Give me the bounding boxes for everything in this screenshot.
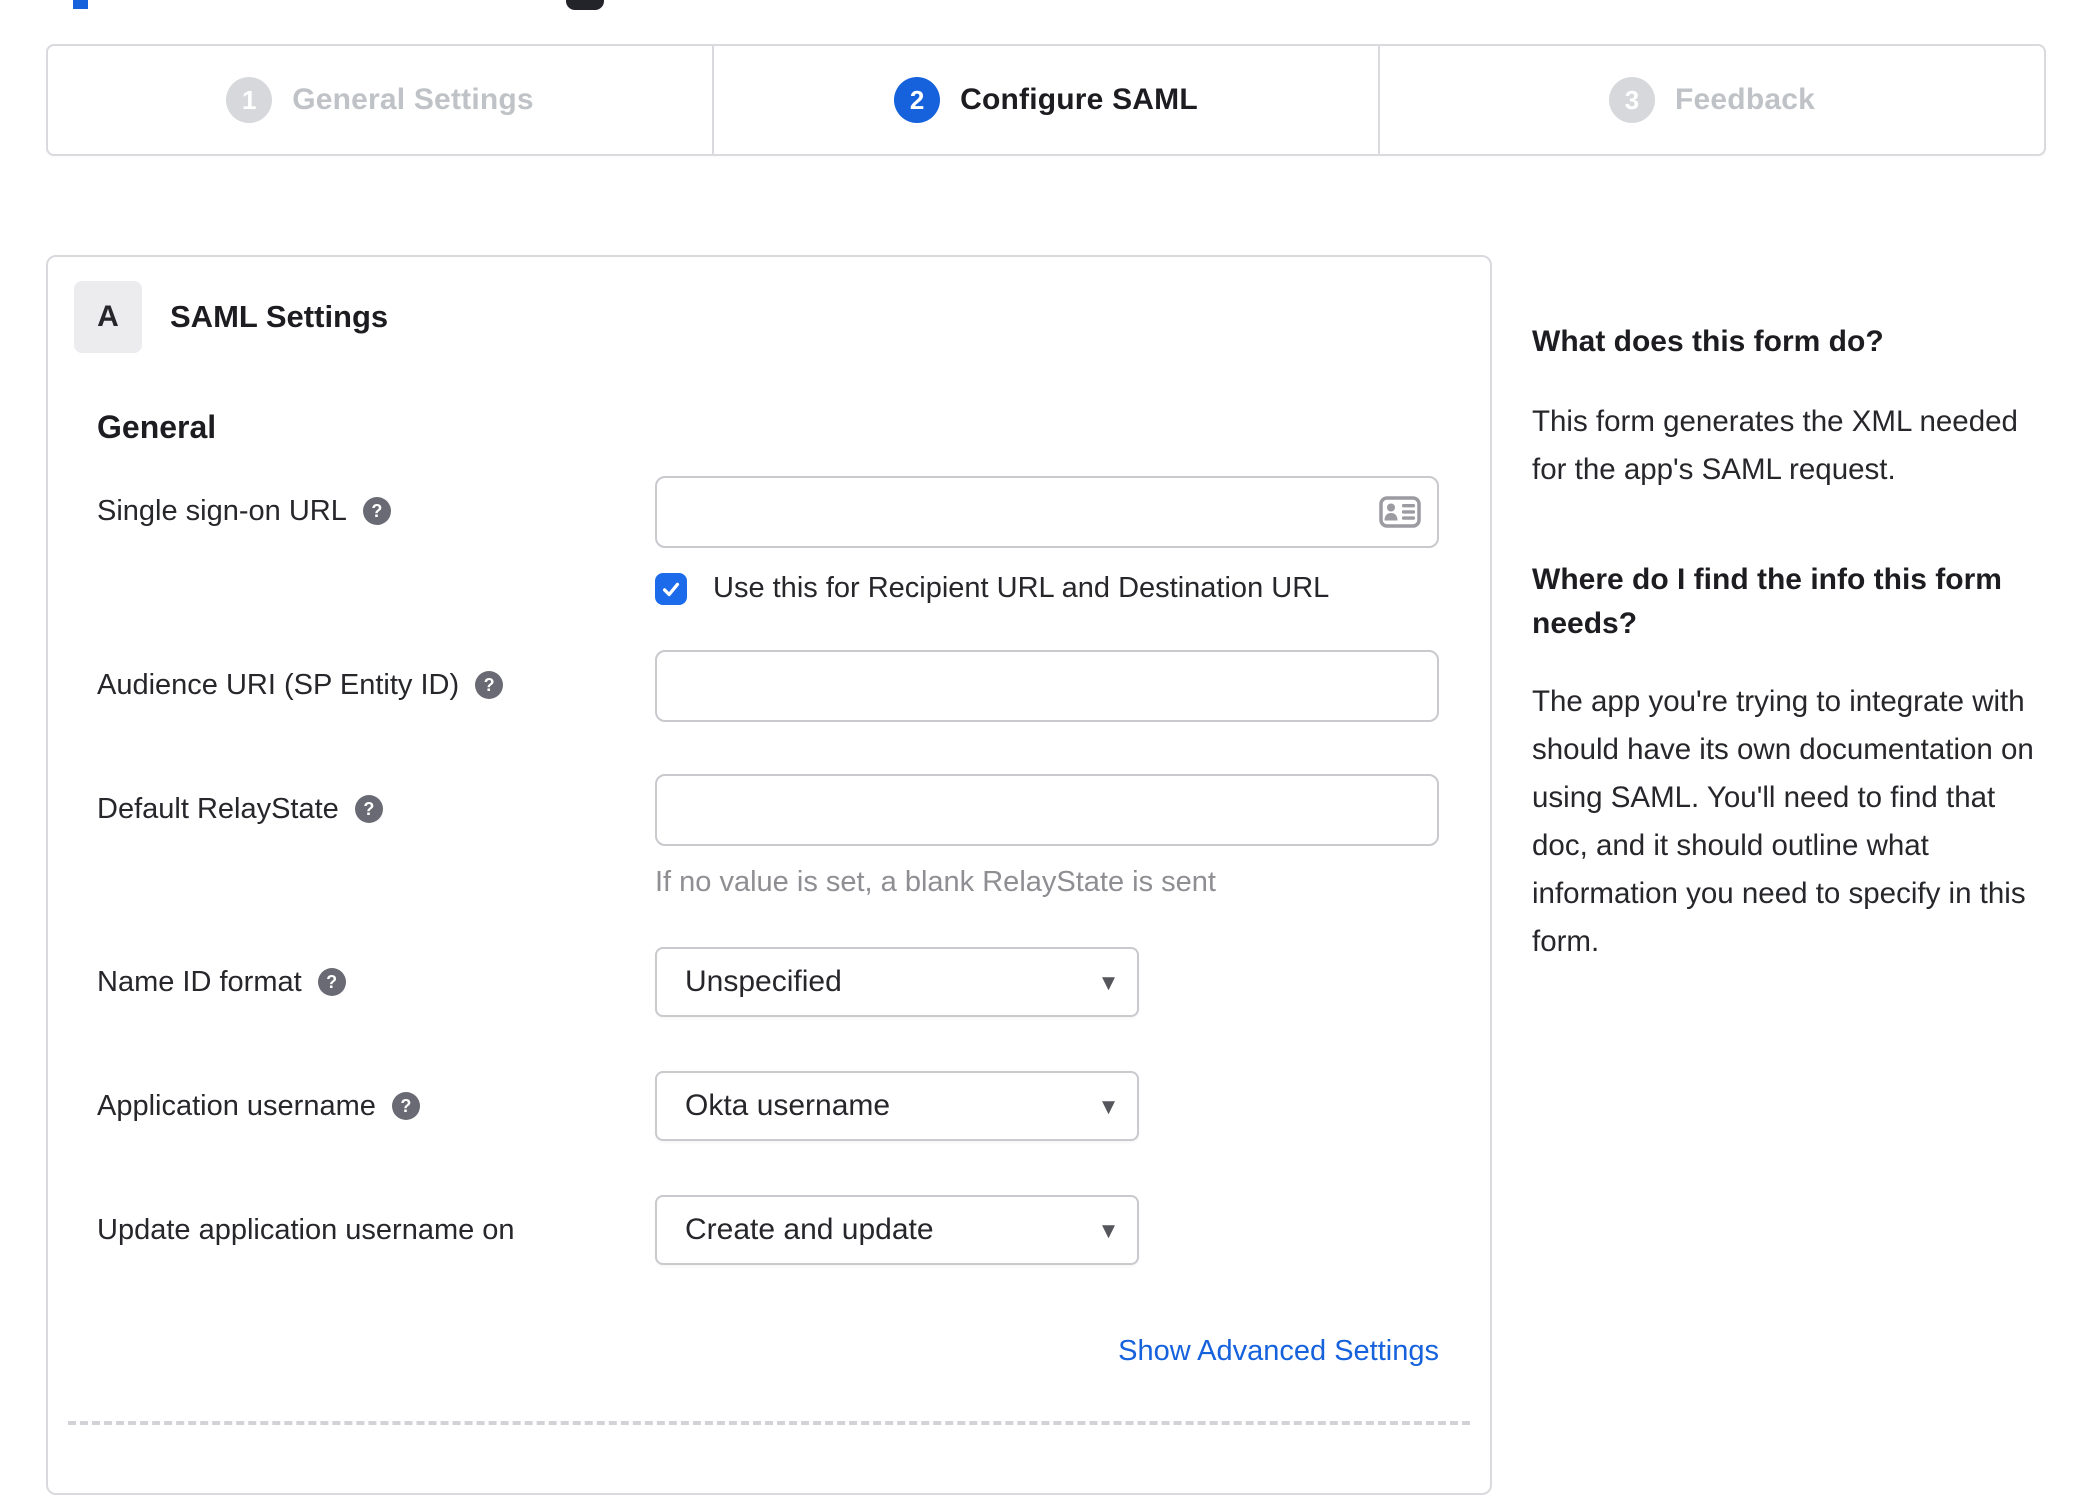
step-number-badge: 3 [1609,77,1655,123]
contact-card-icon[interactable] [1379,496,1421,528]
application-username-label-wrap: Application username ? [97,1071,655,1124]
name-id-format-select[interactable]: Unspecified ▾ [655,947,1139,1017]
step-feedback[interactable]: 3 Feedback [1378,46,2044,154]
audience-uri-input[interactable] [655,650,1439,722]
cropped-app-logo [566,0,604,10]
form-row-update-username: Update application username on Create an… [97,1195,1490,1265]
cropped-blue-tab-indicator [73,0,88,9]
name-id-format-label: Name ID format [97,966,302,998]
step-number-badge: 2 [894,77,941,123]
relay-state-label-wrap: Default RelayState ? [97,774,655,827]
sidebar-paragraph-where: The app you're trying to integrate with … [1532,685,2034,958]
dropdown-arrow-icon: ▾ [1101,966,1115,997]
step-number-badge: 1 [226,77,273,123]
recipient-url-checkbox[interactable] [655,572,687,605]
saml-form: Single sign-on URL ? Use this for Recipi… [97,476,1490,1368]
audience-uri-label-wrap: Audience URI (SP Entity ID) ? [97,650,655,703]
sso-url-label-wrap: Single sign-on URL ? [97,476,655,529]
saml-settings-panel: A SAML Settings General Single sign-on U… [46,255,1492,1495]
dropdown-arrow-icon: ▾ [1101,1090,1115,1121]
application-username-value: Okta username [685,1089,891,1122]
sso-url-control: Use this for Recipient URL and Destinati… [655,476,1439,605]
name-id-format-label-wrap: Name ID format ? [97,947,655,1000]
panel-header: A SAML Settings [74,281,1490,353]
form-row-relay-state: Default RelayState ? If no value is set,… [97,774,1490,899]
step-label: Feedback [1675,83,1815,116]
relay-state-label: Default RelayState [97,793,339,825]
wizard-stepper: 1 General Settings 2 Configure SAML 3 Fe… [46,44,2046,156]
recipient-url-checkbox-row: Use this for Recipient URL and Destinati… [655,572,1439,605]
help-sidebar: What does this form do? This form genera… [1532,320,2048,966]
advanced-settings-row: Show Advanced Settings [655,1335,1439,1368]
name-id-format-value: Unspecified [685,965,842,998]
step-label: Configure SAML [960,83,1198,116]
update-username-select[interactable]: Create and update ▾ [655,1195,1139,1265]
sidebar-heading-where: Where do I find the info this form needs… [1532,563,2002,640]
form-row-name-id-format: Name ID format ? Unspecified ▾ [97,947,1490,1017]
sso-url-input[interactable] [655,476,1439,548]
checkmark-icon [662,582,680,596]
step-configure-saml[interactable]: 2 Configure SAML [712,46,1378,154]
general-group-heading: General [97,409,217,445]
application-username-select[interactable]: Okta username ▾ [655,1071,1139,1141]
section-a-badge: A [74,281,142,353]
update-username-value: Create and update [685,1213,934,1246]
recipient-url-checkbox-label[interactable]: Use this for Recipient URL and Destinati… [713,572,1329,605]
form-row-application-username: Application username ? Okta username ▾ [97,1071,1490,1141]
sso-url-label: Single sign-on URL [97,495,347,527]
section-dashed-divider [68,1421,1470,1425]
audience-uri-label: Audience URI (SP Entity ID) [97,669,460,701]
show-advanced-settings-link[interactable]: Show Advanced Settings [1118,1335,1439,1367]
help-icon[interactable]: ? [391,1092,420,1120]
sidebar-paragraph-what: This form generates the XML needed for t… [1532,405,2018,486]
form-row-audience-uri: Audience URI (SP Entity ID) ? [97,650,1490,722]
help-icon[interactable]: ? [362,497,391,525]
dropdown-arrow-icon: ▾ [1101,1214,1115,1245]
step-label: General Settings [292,83,534,116]
help-icon[interactable]: ? [354,795,383,823]
help-icon[interactable]: ? [475,671,504,699]
panel-title: SAML Settings [170,299,389,334]
step-general-settings[interactable]: 1 General Settings [48,46,712,154]
application-username-label: Application username [97,1090,376,1122]
relay-state-hint: If no value is set, a blank RelayState i… [655,866,1216,898]
form-row-sso-url: Single sign-on URL ? Use this for Recipi… [97,476,1490,605]
relay-state-input[interactable] [655,774,1439,846]
update-username-label-wrap: Update application username on [97,1195,655,1248]
help-icon[interactable]: ? [317,968,346,996]
update-username-label: Update application username on [97,1214,515,1246]
sidebar-heading-what: What does this form do? [1532,325,1884,358]
